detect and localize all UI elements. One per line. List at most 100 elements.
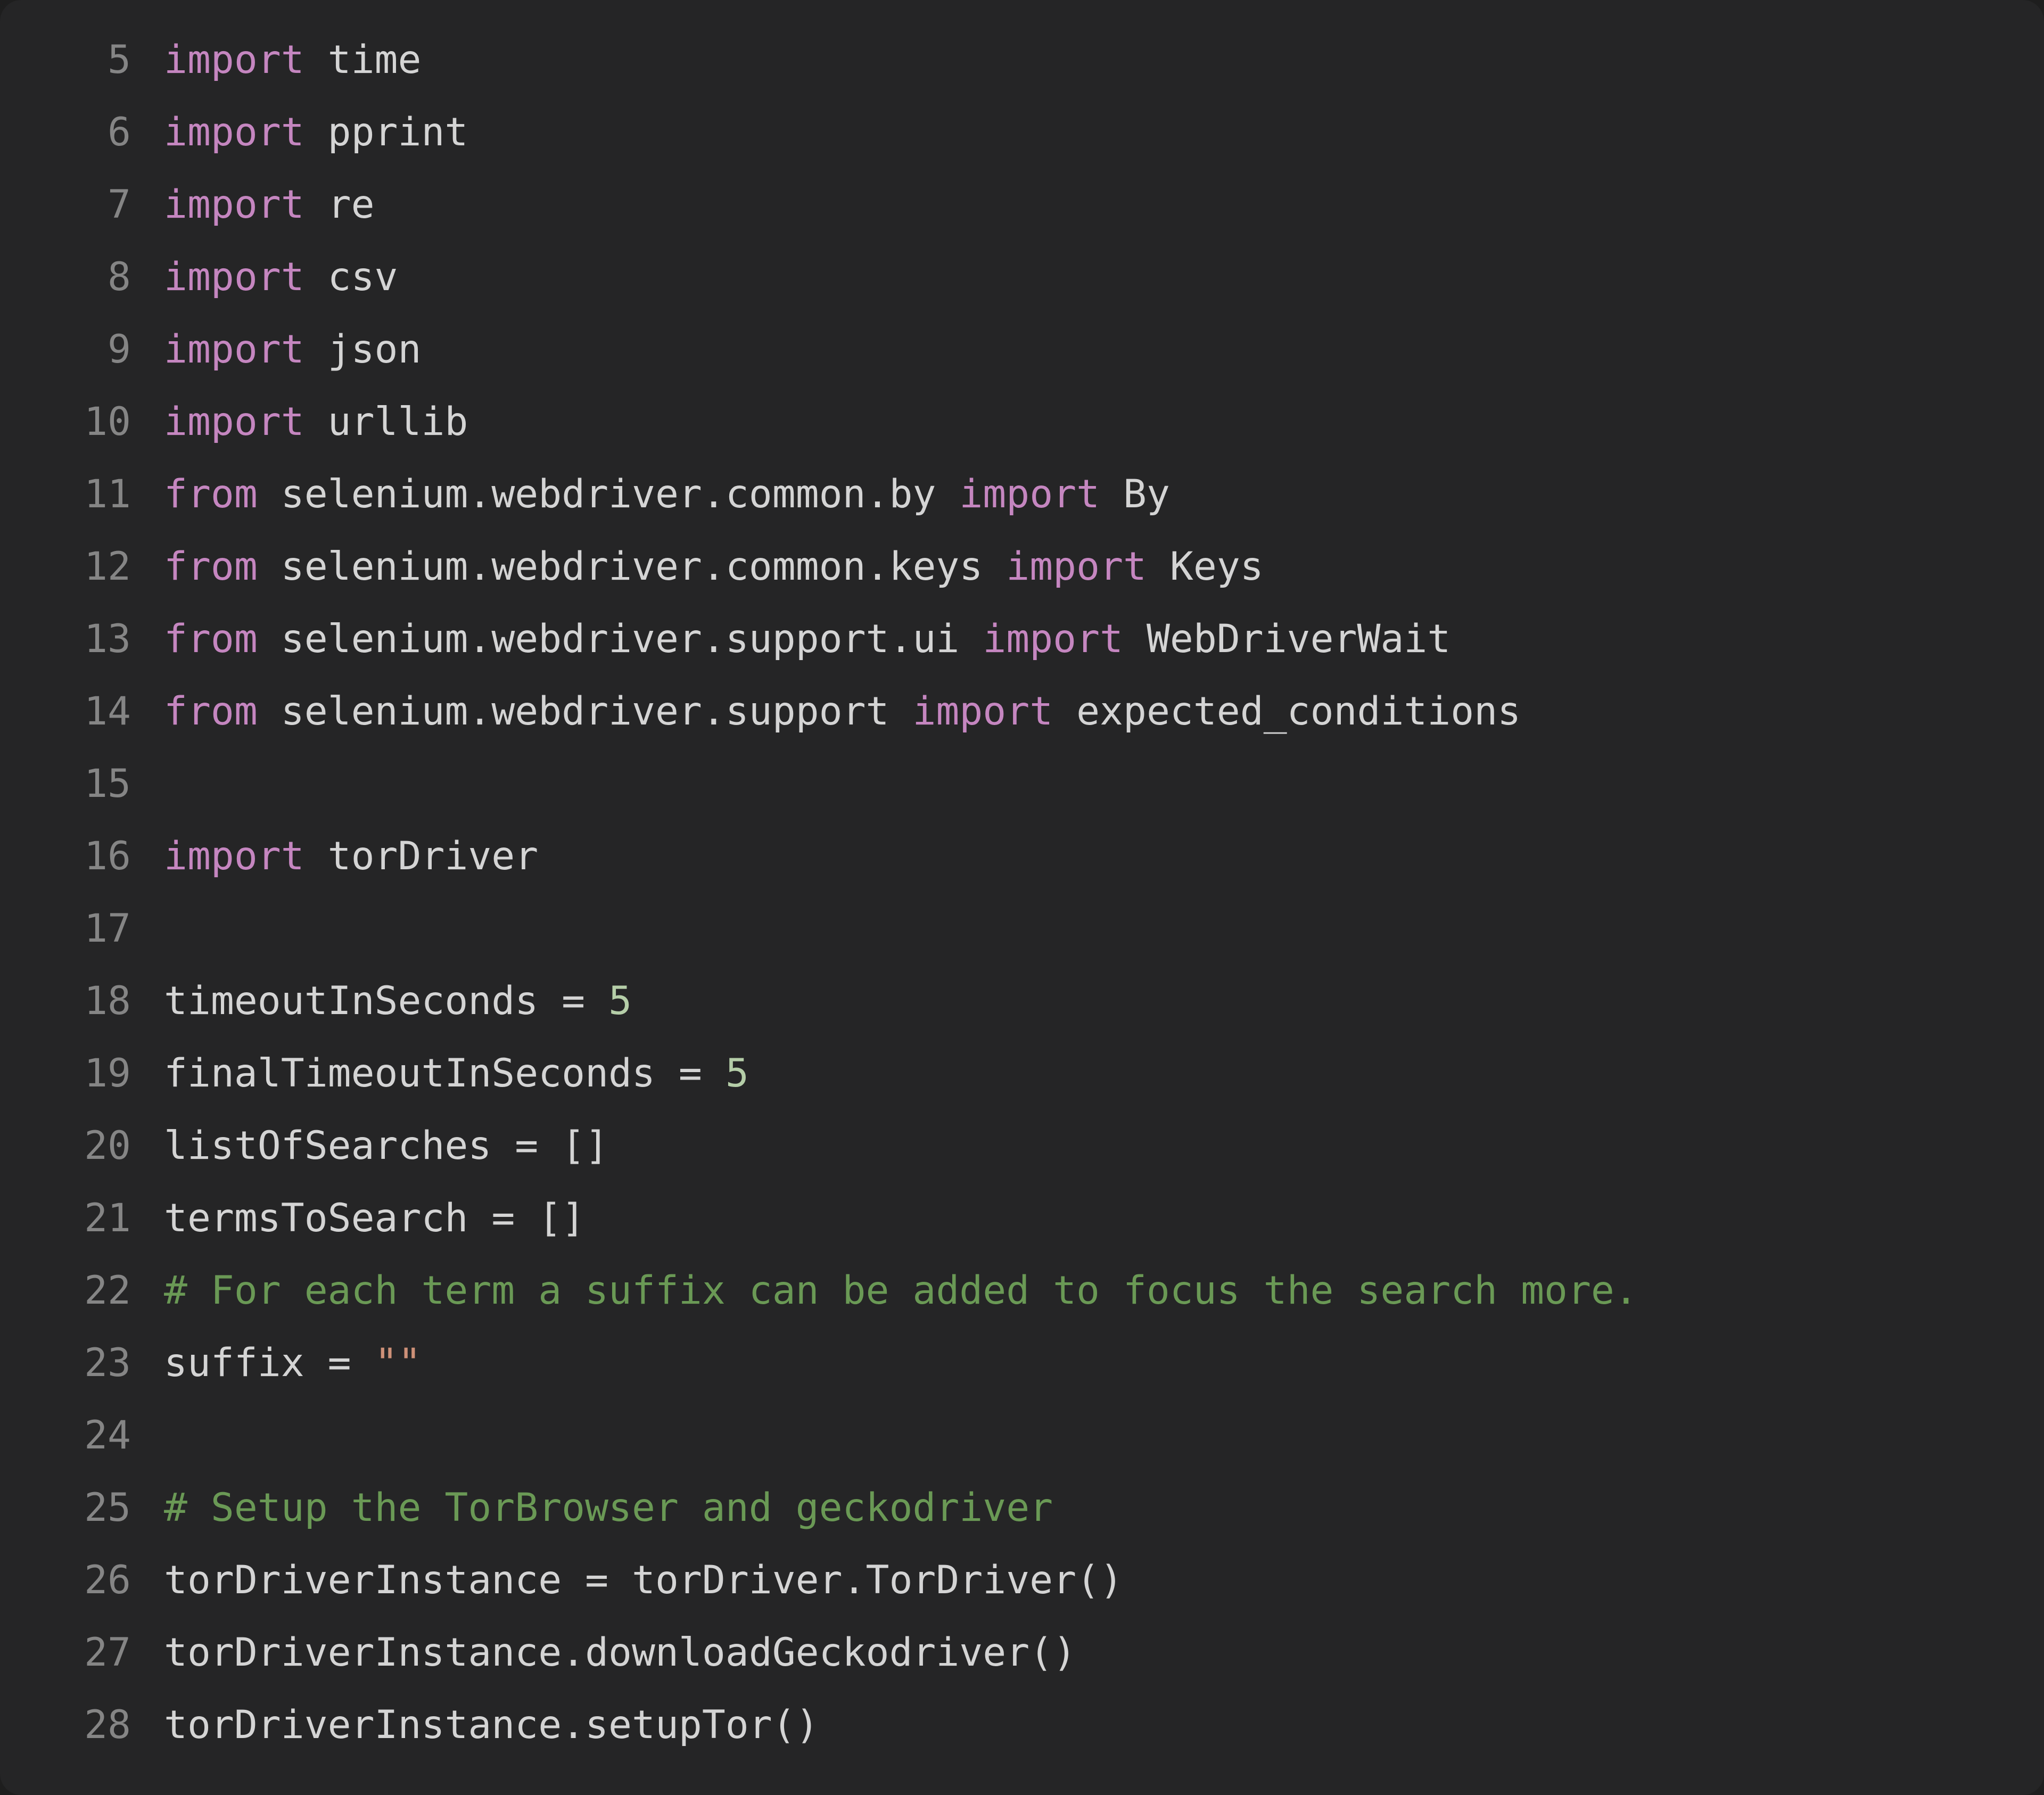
code-line[interactable]: 21termsToSearch = []	[0, 1182, 2044, 1255]
token-module: webdriver	[491, 472, 702, 517]
code-content[interactable]: import json	[164, 314, 421, 386]
code-line[interactable]: 10import urllib	[0, 386, 2044, 458]
line-number: 19	[0, 1038, 164, 1110]
token-punct: .	[468, 689, 491, 734]
token-ident: timeoutInSeconds	[164, 978, 538, 1024]
token-punct: .	[843, 1558, 866, 1603]
token-ident: listOfSearches	[164, 1123, 491, 1168]
token-keyword: import	[164, 254, 304, 300]
code-content[interactable]: from selenium.webdriver.support import e…	[164, 676, 1521, 748]
code-line[interactable]: 28torDriverInstance.setupTor()	[0, 1689, 2044, 1761]
code-line[interactable]: 8import csv	[0, 241, 2044, 314]
code-content[interactable]: timeoutInSeconds = 5	[164, 965, 632, 1038]
code-content[interactable]: from selenium.webdriver.common.keys impo…	[164, 531, 1264, 603]
code-editor[interactable]: 5import time6import pprint7import re8imp…	[0, 0, 2044, 1795]
code-line[interactable]: 22# For each term a suffix can be added …	[0, 1255, 2044, 1327]
token-class: TorDriver	[866, 1558, 1077, 1603]
line-number: 14	[0, 676, 164, 748]
line-number: 25	[0, 1472, 164, 1544]
token-module: ui	[912, 616, 959, 662]
code-content[interactable]: termsToSearch = []	[164, 1182, 585, 1255]
line-number: 18	[0, 965, 164, 1038]
token-string: ""	[375, 1340, 422, 1386]
token-keyword: import	[164, 182, 304, 227]
token-call: setupTor	[585, 1702, 772, 1748]
token-module: support	[726, 616, 889, 662]
code-content[interactable]: import torDriver	[164, 820, 538, 893]
code-line[interactable]: 26torDriverInstance = torDriver.TorDrive…	[0, 1544, 2044, 1617]
code-content[interactable]: import csv	[164, 241, 398, 314]
token-op: =	[562, 978, 585, 1024]
line-number: 10	[0, 386, 164, 458]
token-keyword: import	[164, 110, 304, 155]
code-line[interactable]: 24	[0, 1399, 2044, 1472]
line-number: 21	[0, 1182, 164, 1255]
code-content[interactable]: # For each term a suffix can be added to…	[164, 1255, 1638, 1327]
code-line[interactable]: 17	[0, 893, 2044, 965]
code-line[interactable]: 12from selenium.webdriver.common.keys im…	[0, 531, 2044, 603]
token-op: =	[491, 1196, 515, 1241]
token-comment: # For each term a suffix can be added to…	[164, 1268, 1638, 1313]
code-line[interactable]: 23suffix = ""	[0, 1327, 2044, 1399]
code-line[interactable]: 5import time	[0, 24, 2044, 96]
token-op: =	[679, 1051, 702, 1096]
code-line[interactable]: 18timeoutInSeconds = 5	[0, 965, 2044, 1038]
token-punct: ()	[772, 1702, 819, 1748]
line-number: 20	[0, 1110, 164, 1182]
line-number: 27	[0, 1617, 164, 1689]
code-content[interactable]: listOfSearches = []	[164, 1110, 608, 1182]
code-line[interactable]: 25# Setup the TorBrowser and geckodriver	[0, 1472, 2044, 1544]
token-module: torDriver	[328, 834, 539, 879]
code-line[interactable]: 13from selenium.webdriver.support.ui imp…	[0, 603, 2044, 676]
token-module: common	[726, 544, 866, 589]
code-content[interactable]: torDriverInstance = torDriver.TorDriver(…	[164, 1544, 1123, 1617]
token-class: Keys	[1170, 544, 1264, 589]
token-module: webdriver	[491, 689, 702, 734]
code-line[interactable]: 19finalTimeoutInSeconds = 5	[0, 1038, 2044, 1110]
token-module: webdriver	[491, 616, 702, 662]
line-number: 26	[0, 1544, 164, 1617]
token-ident: torDriverInstance	[164, 1558, 562, 1603]
code-content[interactable]: torDriverInstance.setupTor()	[164, 1689, 819, 1761]
token-keyword: import	[164, 399, 304, 444]
code-line[interactable]: 7import re	[0, 169, 2044, 241]
code-content[interactable]: import pprint	[164, 96, 468, 169]
token-module: json	[328, 327, 422, 372]
code-content[interactable]: from selenium.webdriver.common.by import…	[164, 458, 1170, 531]
token-keyword: from	[164, 616, 258, 662]
code-content[interactable]: import urllib	[164, 386, 468, 458]
code-content[interactable]: import re	[164, 169, 375, 241]
code-content[interactable]: suffix = ""	[164, 1327, 421, 1399]
line-number: 22	[0, 1255, 164, 1327]
code-line[interactable]: 15	[0, 748, 2044, 820]
code-line[interactable]: 27torDriverInstance.downloadGeckodriver(…	[0, 1617, 2044, 1689]
line-number: 6	[0, 96, 164, 169]
token-ident: finalTimeoutInSeconds	[164, 1051, 655, 1096]
code-content[interactable]: from selenium.webdriver.support.ui impor…	[164, 603, 1450, 676]
token-keyword: import	[164, 834, 304, 879]
token-punct: .	[702, 616, 726, 662]
token-punct: .	[702, 472, 726, 517]
code-content[interactable]: torDriverInstance.downloadGeckodriver()	[164, 1617, 1076, 1689]
token-class: By	[1123, 472, 1170, 517]
token-punct: ()	[1029, 1630, 1076, 1675]
code-content[interactable]: # Setup the TorBrowser and geckodriver	[164, 1472, 1053, 1544]
token-class: WebDriverWait	[1147, 616, 1450, 662]
code-line[interactable]: 16import torDriver	[0, 820, 2044, 893]
token-module: pprint	[328, 110, 468, 155]
token-module: time	[328, 37, 422, 83]
code-line[interactable]: 11from selenium.webdriver.common.by impo…	[0, 458, 2044, 531]
token-module: re	[328, 182, 375, 227]
token-module: by	[889, 472, 936, 517]
token-keyword: from	[164, 472, 258, 517]
code-line[interactable]: 20listOfSearches = []	[0, 1110, 2044, 1182]
code-line[interactable]: 9import json	[0, 314, 2044, 386]
code-content[interactable]: import time	[164, 24, 421, 96]
token-ident: torDriverInstance	[164, 1702, 562, 1748]
code-content[interactable]: finalTimeoutInSeconds = 5	[164, 1038, 749, 1110]
token-comment: # Setup the TorBrowser and geckodriver	[164, 1485, 1053, 1530]
code-line[interactable]: 14from selenium.webdriver.support import…	[0, 676, 2044, 748]
code-line[interactable]: 6import pprint	[0, 96, 2044, 169]
token-op: =	[328, 1340, 351, 1386]
line-number: 12	[0, 531, 164, 603]
